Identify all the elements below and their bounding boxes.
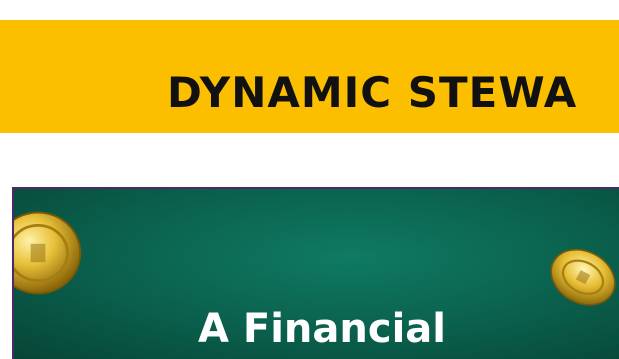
promo-heading: A Financial: [198, 306, 446, 352]
promo-image: A Financial: [12, 187, 619, 359]
gold-coin-icon: [14, 211, 82, 295]
banner-title: DYNAMIC STEWA: [167, 68, 578, 117]
gold-coin-icon: [550, 248, 616, 306]
header-banner: DYNAMIC STEWA: [0, 20, 619, 133]
